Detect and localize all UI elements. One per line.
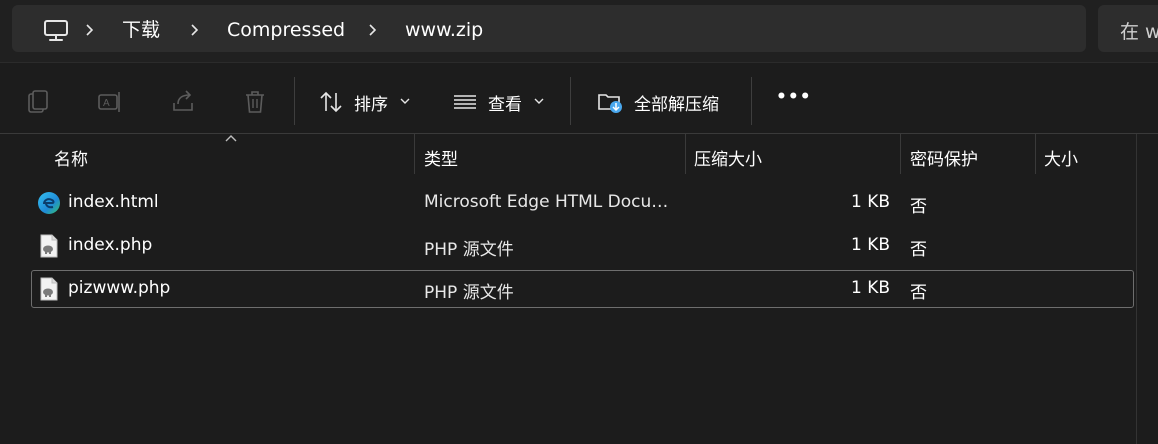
file-name: pizwww.php [68, 278, 171, 298]
view-list-icon [454, 95, 476, 109]
file-type: PHP 源文件 [424, 283, 514, 303]
toolbar-separator [751, 77, 752, 125]
this-pc-icon[interactable] [43, 20, 69, 42]
svg-text:A: A [103, 98, 110, 109]
file-type: Microsoft Edge HTML Docu… [424, 192, 669, 212]
file-compressed-size: 1 KB [851, 192, 891, 212]
breadcrumb-zip[interactable]: www.zip [405, 19, 483, 41]
extract-all-label: 全部解压缩 [634, 95, 719, 115]
edge-html-icon [38, 192, 60, 214]
file-password-protected: 否 [910, 197, 927, 217]
sort-label: 排序 [354, 95, 388, 115]
file-type: PHP 源文件 [424, 240, 514, 260]
copy-icon[interactable] [25, 89, 51, 115]
column-size[interactable]: 大小 [1044, 145, 1078, 170]
file-name: index.php [68, 235, 153, 255]
column-header: 名称 类型 压缩大小 密码保护 大小 [0, 134, 1158, 178]
address-bar[interactable]: 下载 Compressed www.zip [12, 5, 1086, 52]
chevron-down-icon [534, 98, 544, 104]
address-strip: 下载 Compressed www.zip 在 w [0, 0, 1158, 62]
php-file-icon [40, 234, 58, 258]
chevron-right-icon[interactable] [83, 23, 97, 37]
sort-ascending-icon [225, 135, 237, 142]
file-compressed-size: 1 KB [851, 235, 891, 255]
column-divider[interactable] [414, 134, 415, 174]
chevron-right-icon[interactable] [188, 23, 202, 37]
delete-icon[interactable] [242, 89, 268, 115]
file-row[interactable]: index.html Microsoft Edge HTML Docu… 1 K… [31, 184, 1134, 222]
share-icon[interactable] [170, 89, 196, 115]
file-name: index.html [68, 192, 159, 212]
breadcrumb-downloads[interactable]: 下载 [122, 19, 160, 41]
column-name[interactable]: 名称 [54, 145, 88, 170]
sort-icon [320, 91, 342, 113]
chevron-right-icon[interactable] [366, 23, 380, 37]
breadcrumb-compressed[interactable]: Compressed [227, 19, 345, 41]
file-compressed-size: 1 KB [851, 278, 891, 298]
toolbar-separator [570, 77, 571, 125]
chevron-down-icon [400, 98, 410, 104]
command-bar: A 排序 查看 全部解压缩 ••• [0, 62, 1158, 134]
column-divider[interactable] [900, 134, 901, 174]
file-password-protected: 否 [910, 283, 927, 303]
file-row[interactable]: index.php PHP 源文件 1 KB 否 [31, 227, 1134, 265]
column-password-protected[interactable]: 密码保护 [910, 145, 978, 170]
list-right-edge [1136, 134, 1137, 444]
rename-icon[interactable]: A [97, 89, 123, 115]
column-compressed-size[interactable]: 压缩大小 [694, 145, 762, 170]
toolbar-separator [294, 77, 295, 125]
column-type[interactable]: 类型 [424, 145, 458, 170]
more-options-button[interactable]: ••• [770, 85, 812, 115]
view-label: 查看 [488, 95, 522, 115]
file-row[interactable]: pizwww.php PHP 源文件 1 KB 否 [31, 270, 1134, 308]
search-box[interactable]: 在 w [1098, 5, 1158, 52]
column-divider[interactable] [685, 134, 686, 174]
more-icon: ••• [776, 87, 812, 107]
file-password-protected: 否 [910, 240, 927, 260]
column-divider[interactable] [1035, 134, 1036, 174]
extract-folder-icon [598, 94, 622, 113]
php-file-icon [40, 277, 58, 301]
search-placeholder: 在 w [1120, 21, 1158, 43]
